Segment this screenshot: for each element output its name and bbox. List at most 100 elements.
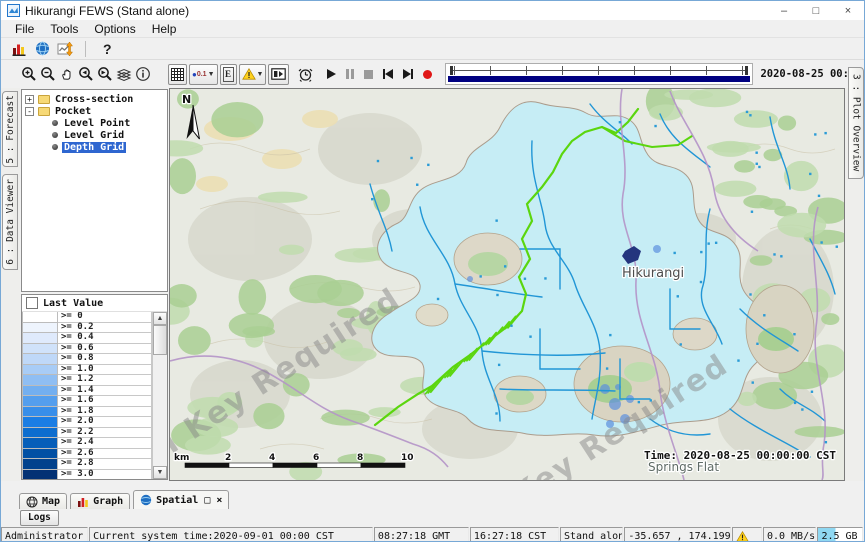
stop-icon[interactable]: [364, 70, 373, 79]
scroll-down-icon[interactable]: ▼: [153, 466, 167, 479]
tree-label[interactable]: Level Point: [62, 118, 132, 129]
slider-handle-right[interactable]: [745, 66, 748, 75]
zoom-next-icon[interactable]: [97, 64, 113, 84]
timeseries-icon[interactable]: [55, 39, 75, 59]
legend-color-swatch: [22, 386, 58, 397]
globe-icon[interactable]: [32, 39, 52, 59]
svg-text:km: km: [174, 453, 189, 463]
legend-scrollbar[interactable]: ▲ ▼: [152, 312, 167, 479]
svg-text:2: 2: [225, 453, 231, 463]
zoom-out-icon[interactable]: [40, 64, 56, 84]
scroll-thumb[interactable]: [153, 325, 167, 355]
tab-graph[interactable]: Graph: [70, 493, 130, 509]
tree-expander-icon[interactable]: +: [25, 95, 34, 104]
animation-icon[interactable]: [268, 64, 289, 85]
chevron-down-icon: ▼: [208, 71, 215, 78]
legend-row[interactable]: >= 1.6: [22, 396, 152, 407]
grid-icon[interactable]: [168, 64, 187, 85]
tree-item-pocket[interactable]: - Pocket: [22, 105, 167, 117]
tab-data-viewer[interactable]: 6 : Data Viewer: [2, 174, 18, 270]
logs-button[interactable]: Logs: [20, 510, 59, 526]
warning-icon[interactable]: ▼: [239, 64, 267, 85]
slider-handle-left[interactable]: [450, 66, 453, 75]
tab-map[interactable]: Map: [19, 493, 67, 509]
map-toolbar: ● 0.1 ▼ E ▼ 2020-08-25 00:00:00 CST: [1, 59, 864, 88]
legend-row[interactable]: >= 2.4: [22, 438, 152, 449]
zoom-in-icon[interactable]: [21, 64, 37, 84]
legend-color-swatch: [22, 323, 58, 334]
legend-row[interactable]: >= 0.4: [22, 333, 152, 344]
locality-label-springs-flat: Springs Flat: [648, 460, 719, 474]
main-area: 5 : Forecast 6 : Data Viewer 3 : Plot Ov…: [1, 88, 864, 481]
help-icon[interactable]: ?: [103, 41, 112, 57]
menu-help[interactable]: Help: [144, 22, 185, 36]
status-memory: 2.5 GB: [817, 527, 863, 542]
tree-label[interactable]: Depth Grid: [62, 142, 126, 153]
menu-tools[interactable]: Tools: [42, 22, 86, 36]
status-gmt-time: 08:27:18 GMT: [374, 527, 469, 542]
chevron-down-icon: ▼: [257, 71, 264, 78]
close-button[interactable]: ×: [832, 1, 864, 20]
tree-item-level-grid[interactable]: Level Grid: [22, 129, 167, 141]
scroll-up-icon[interactable]: ▲: [153, 312, 167, 325]
info-icon[interactable]: [135, 64, 151, 84]
tab-label: Map: [42, 496, 60, 507]
bullet-icon: [52, 132, 58, 138]
tab-spatial[interactable]: Spatial□×: [133, 490, 229, 509]
spacer: [1, 481, 864, 491]
minimize-button[interactable]: –: [768, 1, 800, 20]
tab-maximize-icon[interactable]: □: [204, 495, 210, 506]
legend-color-swatch: [22, 438, 58, 449]
legend-row[interactable]: >= 0: [22, 312, 152, 323]
legend-class-list[interactable]: >= 0>= 0.2>= 0.4>= 0.6>= 0.8>= 1.0>= 1.2…: [22, 312, 152, 479]
classification-icon[interactable]: ● 0.1 ▼: [189, 64, 218, 85]
tree-label[interactable]: Pocket: [53, 106, 93, 117]
legend-header: Last Value: [22, 295, 167, 312]
tab-forecast[interactable]: 5 : Forecast: [2, 91, 18, 167]
zoom-previous-icon[interactable]: [78, 64, 94, 84]
main-toolbar: ?: [1, 37, 864, 59]
legend-row[interactable]: >= 2.8: [22, 459, 152, 470]
tree-item-level-point[interactable]: Level Point: [22, 117, 167, 129]
status-system-time: Current system time:2020-09-01 00:00 CST: [89, 527, 373, 542]
legend-row[interactable]: >= 2.0: [22, 417, 152, 428]
step-forward-icon[interactable]: [403, 69, 413, 79]
tree-expander-icon[interactable]: -: [25, 107, 34, 116]
layers-icon[interactable]: [116, 64, 132, 84]
chart-columns-icon[interactable]: [9, 39, 29, 59]
legend-row[interactable]: >= 0.8: [22, 354, 152, 365]
layer-tree[interactable]: + Cross-section - PocketLevel PointLevel Gr…: [21, 89, 168, 292]
tree-item-cross-section[interactable]: + Cross-section: [22, 93, 167, 105]
legend-color-swatch: [22, 417, 58, 428]
svg-text:4: 4: [269, 453, 275, 463]
tree-label[interactable]: Cross-section: [53, 94, 135, 105]
tree-item-depth-grid[interactable]: Depth Grid: [22, 141, 167, 153]
left-panel: + Cross-section - PocketLevel PointLevel Gr…: [20, 88, 169, 481]
record-icon[interactable]: [423, 70, 432, 79]
time-settings-icon[interactable]: [297, 64, 314, 84]
tab-plot-overview[interactable]: 3 : Plot Overview: [848, 67, 864, 179]
status-throughput: 0.0 MB/s: [763, 527, 816, 542]
legend-color-swatch: [22, 428, 58, 439]
menu-file[interactable]: File: [7, 22, 42, 36]
step-back-icon[interactable]: [383, 69, 393, 79]
play-icon[interactable]: [327, 69, 336, 79]
legend-row[interactable]: >= 1.2: [22, 375, 152, 386]
time-slider[interactable]: [445, 63, 753, 85]
svg-text:6: 6: [313, 453, 319, 463]
last-value-checkbox[interactable]: [26, 297, 38, 309]
legend-title: Last Value: [43, 298, 103, 309]
tab-close-icon[interactable]: ×: [216, 495, 222, 506]
tree-label[interactable]: Level Grid: [62, 130, 126, 141]
pan-icon[interactable]: [59, 64, 75, 84]
map-canvas[interactable]: API Key Required API Key Required Hikura…: [169, 88, 845, 481]
legend-class-label: >= 2.4: [58, 438, 152, 449]
status-user: Administrator: [1, 527, 88, 542]
menu-options[interactable]: Options: [86, 22, 143, 36]
pause-icon[interactable]: [346, 69, 354, 79]
legend-row[interactable]: >= 3.0: [22, 470, 152, 480]
svg-text:8: 8: [357, 453, 363, 463]
legend-class-label: >= 1.2: [58, 375, 152, 386]
labels-icon[interactable]: E: [220, 64, 237, 85]
maximize-button[interactable]: □: [800, 1, 832, 20]
